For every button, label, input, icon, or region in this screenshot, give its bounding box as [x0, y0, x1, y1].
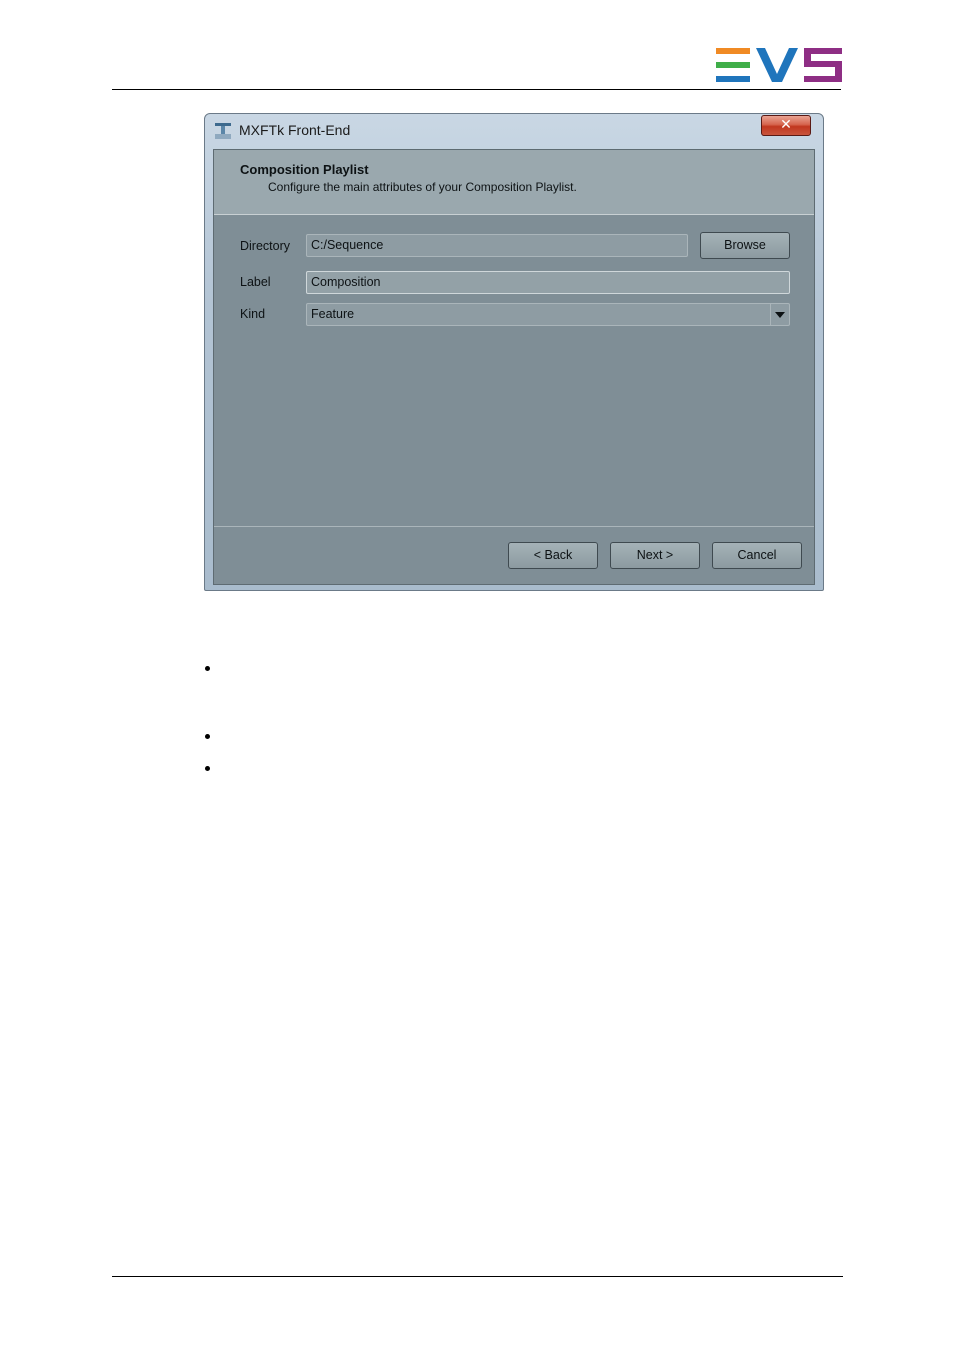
close-icon: ✕ [780, 117, 792, 133]
kind-selected-value: Feature [311, 307, 355, 321]
kind-select[interactable]: Feature [306, 303, 790, 326]
footer-separator [214, 526, 814, 527]
label-label: Label [240, 275, 271, 289]
bullet-point [205, 766, 210, 771]
bullet-point [205, 666, 210, 671]
header-rule [112, 89, 841, 90]
footer-rule [112, 1276, 843, 1277]
app-icon [215, 123, 231, 139]
label-input[interactable]: Composition [306, 271, 790, 294]
next-button[interactable]: Next > [610, 542, 700, 569]
bullet-point [205, 734, 210, 739]
kind-label: Kind [240, 307, 266, 321]
directory-label: Directory [240, 239, 291, 253]
evs-logo [716, 48, 842, 82]
wizard-client-area: Composition Playlist Configure the main … [213, 149, 815, 585]
wizard-header: Composition Playlist Configure the main … [214, 150, 814, 215]
directory-input[interactable]: C:/Sequence [306, 234, 688, 257]
close-button[interactable]: ✕ [761, 115, 811, 136]
page-title: Composition Playlist [240, 162, 369, 177]
page-subtitle: Configure the main attributes of your Co… [268, 180, 577, 194]
browse-button[interactable]: Browse [700, 232, 790, 259]
chevron-down-icon[interactable] [770, 304, 789, 325]
title-bar[interactable]: MXFTk Front-End ✕ [205, 114, 823, 149]
cancel-button[interactable]: Cancel [712, 542, 802, 569]
window-title: MXFTk Front-End [239, 122, 351, 138]
back-button[interactable]: < Back [508, 542, 598, 569]
mxftk-window: MXFTk Front-End ✕ Composition Playlist C… [204, 113, 824, 591]
